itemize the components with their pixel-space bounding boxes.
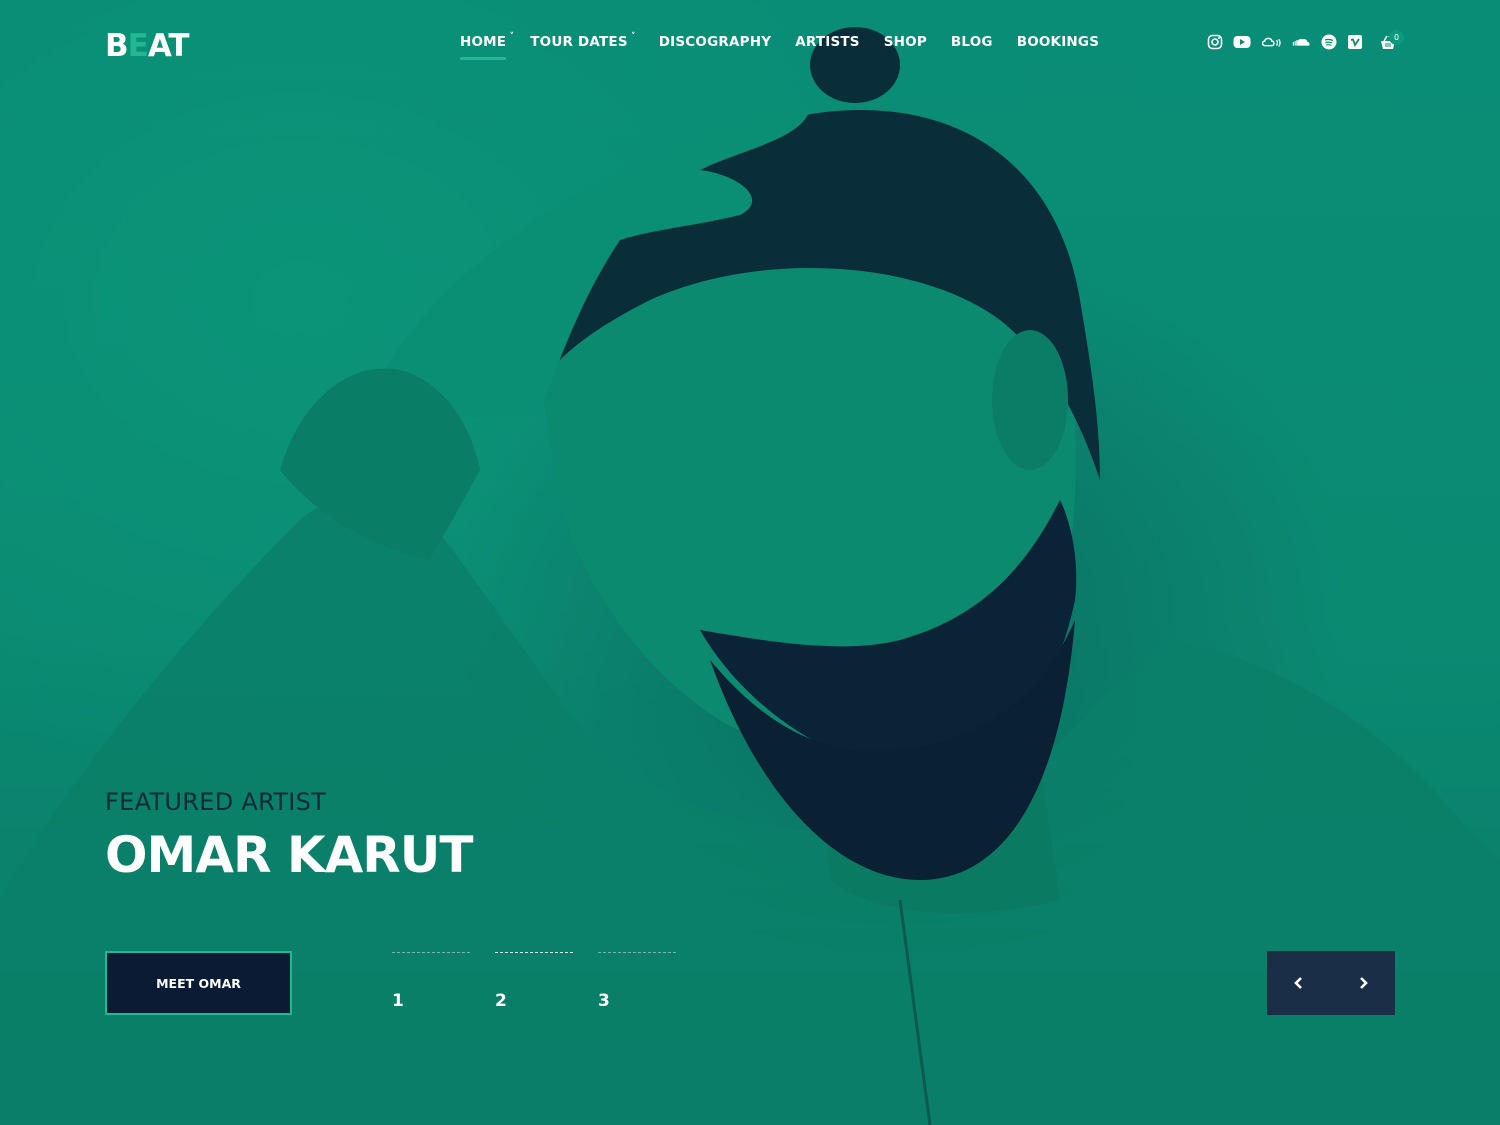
nav-item-home[interactable]: HOME ˅: [460, 32, 514, 60]
mixcloud-icon[interactable]: [1261, 34, 1281, 50]
nav-item-artists[interactable]: ARTISTS: [795, 34, 860, 60]
slide-indicator[interactable]: 3: [598, 952, 676, 1011]
nav-item-discography[interactable]: DISCOGRAPHY: [659, 34, 771, 60]
nav-item-label: BOOKINGS: [1016, 34, 1100, 50]
slide-indicator[interactable]: 1: [392, 952, 470, 1011]
nav-item-shop[interactable]: SHOP: [884, 34, 927, 60]
logo-part-e: E: [127, 28, 149, 64]
instagram-icon[interactable]: [1207, 34, 1223, 50]
slider-arrows: [1267, 951, 1395, 1015]
slide-number: 1: [392, 991, 404, 1011]
hero-title: OMAR KARUT: [105, 826, 474, 884]
nav-item-label: SHOP: [883, 34, 927, 50]
spotify-icon[interactable]: [1321, 34, 1337, 50]
hero-subtitle: FEATURED ARTIST: [105, 788, 327, 816]
chevron-down-icon: ˅: [631, 32, 636, 42]
soundcloud-icon[interactable]: [1291, 34, 1311, 50]
youtube-icon[interactable]: [1233, 34, 1251, 50]
logo-part-at: AT: [147, 28, 190, 64]
chevron-right-icon: [1360, 977, 1368, 989]
slide-number: 3: [598, 991, 610, 1011]
vimeo-icon[interactable]: [1347, 34, 1363, 50]
chevron-down-icon: ˅: [509, 32, 515, 42]
chevron-left-icon: [1294, 977, 1302, 989]
slide-number: 2: [495, 991, 507, 1011]
nav-item-bookings[interactable]: BOOKINGS: [1017, 34, 1099, 60]
main-nav: HOME ˅ TOUR DATES ˅ DISCOGRAPHY ARTISTS …: [460, 32, 1099, 60]
nav-item-tour-dates[interactable]: TOUR DATES ˅: [530, 32, 635, 60]
nav-item-blog[interactable]: BLOG: [951, 34, 993, 60]
slide-indicator[interactable]: 2: [495, 952, 573, 1011]
prev-slide-button[interactable]: [1267, 951, 1331, 1015]
meet-artist-button[interactable]: MEET OMAR: [105, 951, 292, 1015]
nav-item-label: TOUR DATES: [530, 34, 628, 50]
nav-item-label: DISCOGRAPHY: [658, 34, 772, 50]
next-slide-button[interactable]: [1331, 951, 1395, 1015]
logo[interactable]: BEAT: [105, 28, 190, 64]
nav-item-label: BLOG: [950, 34, 993, 50]
nav-item-label: ARTISTS: [795, 34, 860, 50]
nav-item-label: HOME: [460, 34, 507, 50]
cart-count-badge: 0: [1389, 30, 1404, 45]
logo-part-b: B: [105, 28, 129, 64]
social-links: [1207, 34, 1363, 50]
